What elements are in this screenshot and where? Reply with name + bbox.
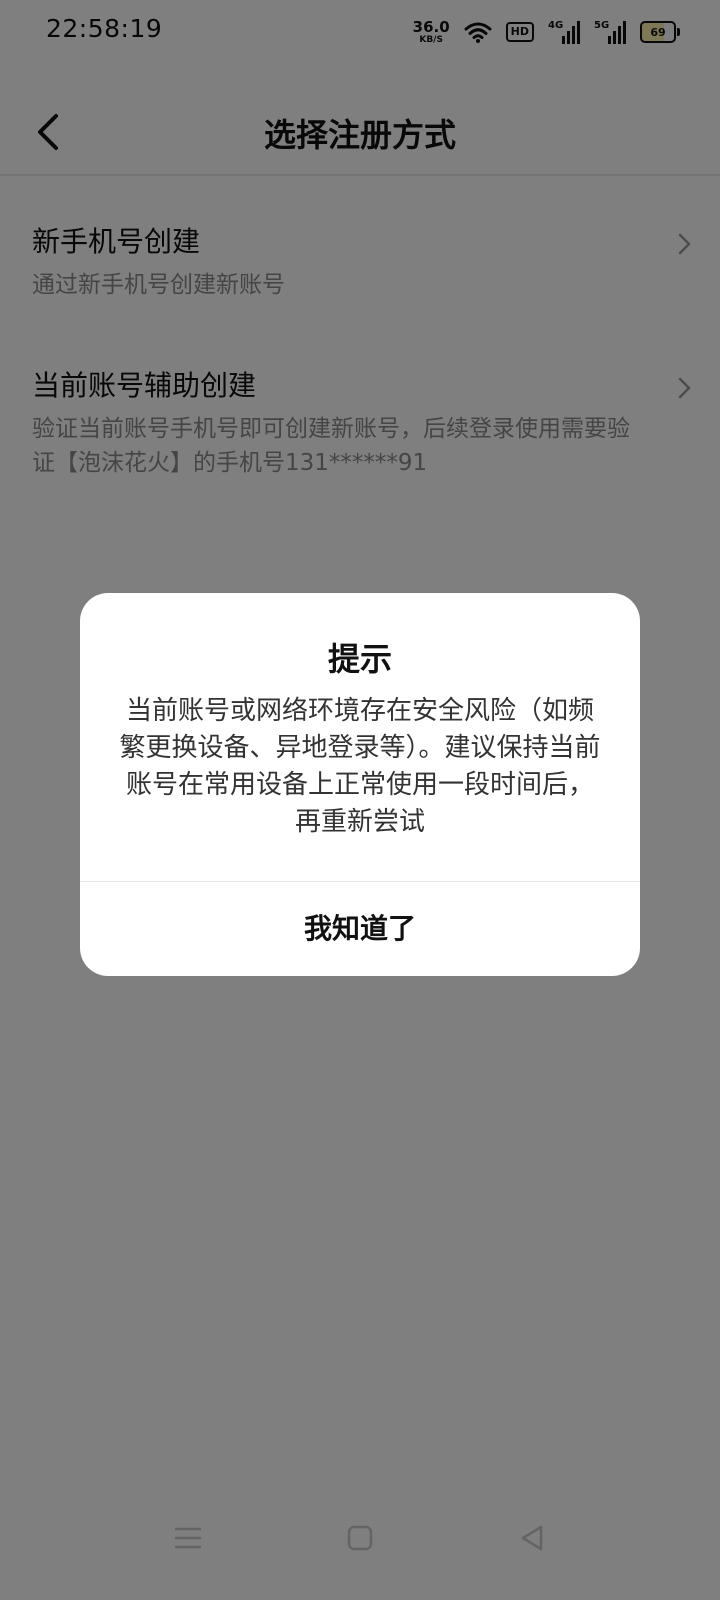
confirm-button[interactable]: 我知道了: [80, 882, 640, 976]
dialog-message: 当前账号或网络环境存在安全风险（如频繁更换设备、异地登录等）。建议保持当前账号在…: [119, 696, 601, 837]
dialog-title: 提示: [327, 640, 392, 678]
alert-dialog: 提示 当前账号或网络环境存在安全风险（如频繁更换设备、异地登录等）。建议保持当前…: [80, 593, 640, 976]
